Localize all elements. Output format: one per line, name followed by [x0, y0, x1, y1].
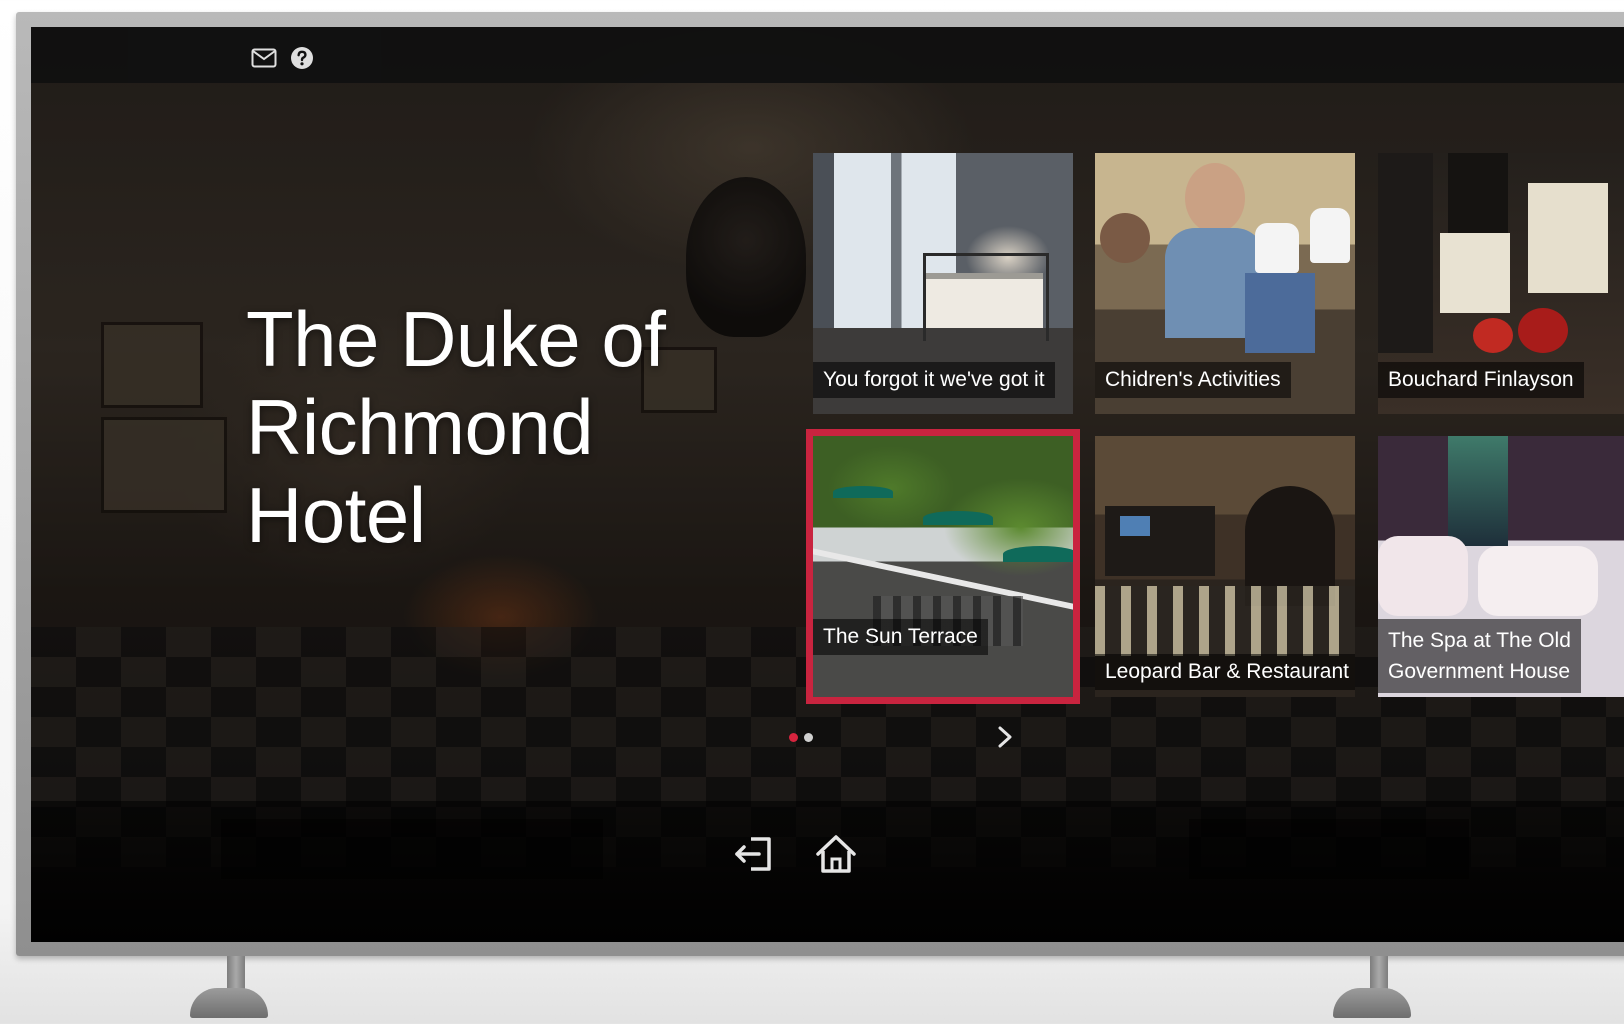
tile-caption: Leopard Bar & Restaurant — [1095, 654, 1355, 690]
hotel-title-line: The Duke of — [246, 295, 666, 383]
tile-caption-line: Government House — [1388, 660, 1571, 683]
pagination-dots — [789, 733, 813, 742]
hotel-title-line: Richmond — [246, 383, 594, 471]
tile-caption-line: The Spa at The Old — [1388, 629, 1571, 652]
hotel-title: The Duke of Richmond Hotel — [246, 295, 766, 559]
page-dot-1[interactable] — [789, 733, 798, 742]
help-icon[interactable] — [288, 44, 316, 72]
tile-bouchard-finlayson[interactable]: Bouchard Finlayson — [1378, 153, 1624, 414]
tile-caption: Bouchard Finlayson — [1378, 362, 1584, 398]
tv-stand-foot — [1333, 988, 1411, 1018]
tile-leopard-bar[interactable]: Leopard Bar & Restaurant — [1095, 436, 1355, 697]
tv-stand-leg — [227, 956, 245, 992]
tile-caption: Chidren's Activities — [1095, 362, 1291, 398]
bottom-bar-panel — [221, 819, 603, 879]
hotel-title-line: Hotel — [246, 471, 426, 559]
bottom-bar — [31, 801, 1624, 942]
tile-caption: You forgot it we've got it — [813, 362, 1055, 398]
top-bar — [31, 27, 1624, 83]
tv-stand-leg — [1370, 956, 1388, 992]
tile-spa-old-government-house[interactable]: The Spa at The Old Government House — [1378, 436, 1624, 697]
tv-stand-foot — [190, 988, 268, 1018]
tile-sun-terrace[interactable]: The Sun Terrace — [806, 429, 1080, 704]
tile-you-forgot-it[interactable]: You forgot it we've got it — [813, 153, 1073, 414]
home-icon[interactable] — [813, 831, 859, 877]
sun-terrace-image — [813, 436, 1073, 697]
bottom-bar-panel — [1189, 819, 1469, 879]
chevron-right-icon[interactable] — [991, 721, 1019, 753]
tile-caption: The Spa at The Old Government House — [1378, 619, 1581, 693]
tile-childrens-activities[interactable]: Chidren's Activities — [1095, 153, 1355, 414]
page-dot-2[interactable] — [804, 733, 813, 742]
exit-icon[interactable] — [731, 831, 777, 877]
tile-caption: The Sun Terrace — [813, 619, 988, 655]
mail-icon[interactable] — [250, 44, 278, 72]
tv-screen: The Duke of Richmond Hotel You forgot it… — [31, 27, 1624, 942]
